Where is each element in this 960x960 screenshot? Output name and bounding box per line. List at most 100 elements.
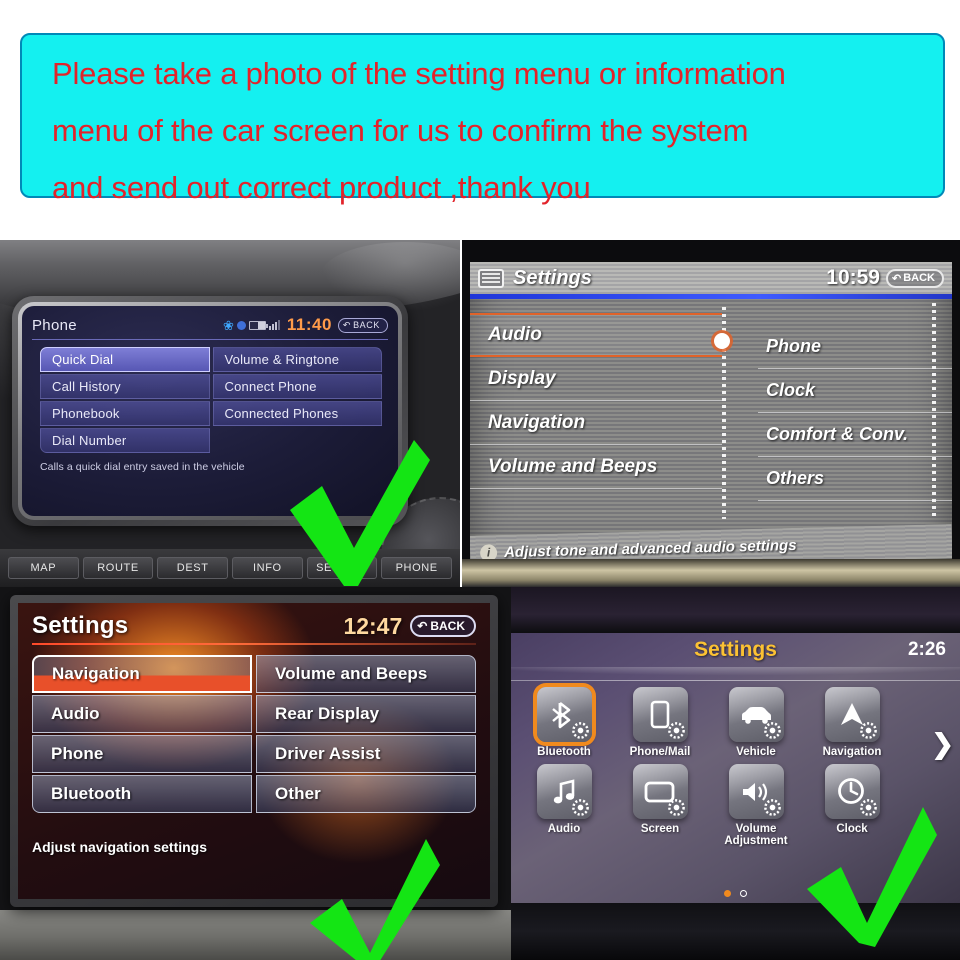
tile-audio[interactable]: Audio (523, 764, 605, 847)
back-button-label: BACK (430, 619, 465, 633)
tile-vehicle[interactable]: Vehicle (715, 687, 797, 758)
menu-item-volume-and-beeps[interactable]: Volume and Beeps (256, 655, 476, 693)
nissan-screen-caption: Adjust navigation settings (32, 839, 208, 855)
nissan-screen-header: Settings 12:47 ↶ BACK (32, 611, 476, 641)
nissan-settings-screen: Settings 12:47 ↶ BACK Navigation Audio P… (18, 603, 490, 899)
menu-item-navigation[interactable]: Navigation (32, 655, 252, 693)
tile-bluetooth-button[interactable] (536, 687, 592, 742)
next-page-chevron-icon[interactable]: ❯ (931, 729, 954, 760)
hard-button-dest[interactable]: DEST (157, 557, 229, 579)
menu-item-bluetooth[interactable]: Bluetooth (32, 775, 252, 813)
menu-item-audio[interactable]: Audio (32, 695, 252, 733)
menu-item-volume-and-beeps[interactable]: Volume and Beeps (470, 445, 722, 489)
banner-line-2: menu of the car screen for us to confirm… (52, 113, 749, 148)
tile-clock[interactable]: Clock (811, 764, 893, 847)
nissan-menu-column-right: Volume and Beeps Rear Display Driver Ass… (256, 655, 476, 813)
tile-clock-button[interactable] (824, 764, 880, 819)
nissan-status-area: 12:47 ↶ BACK (343, 613, 476, 640)
tile-label: Audio (547, 823, 581, 835)
hard-button-map[interactable]: MAP (8, 557, 79, 579)
banner-line-3: and send out correct product ,thank you (52, 170, 591, 205)
tile-clock: 2:26 (907, 639, 946, 660)
menu-item-audio[interactable]: Audio (470, 313, 722, 357)
menu-item-others[interactable]: Others (758, 457, 952, 501)
phone-status-area: ❀ 11:40 ↶ BACK (223, 315, 388, 335)
hard-button-route[interactable]: ROUTE (82, 557, 154, 579)
infiniti-screen-title: Settings (513, 266, 592, 289)
menu-item-clock[interactable]: Clock (758, 369, 952, 413)
tile-screen[interactable]: Screen (619, 764, 701, 847)
infiniti-screen-header: Settings 10:59 ↶ BACK (470, 262, 952, 294)
photo-panel-tile-settings: Settings 2:26 Bluetooth Phone/Mail Vehic… (511, 587, 960, 960)
banner-line-1: Please take a photo of the setting menu … (52, 56, 786, 91)
tile-row-1: Bluetooth Phone/Mail Vehicle Navigation (523, 687, 954, 758)
head-unit-bezel: Phone ❀ 11:40 ↶ BACK Quick Dial Call His… (12, 296, 408, 526)
menu-item-rear-display[interactable]: Rear Display (256, 695, 476, 733)
menu-item-call-history[interactable]: Call History (40, 374, 210, 399)
tile-settings-screen: Settings 2:26 Bluetooth Phone/Mail Vehic… (511, 633, 960, 903)
menu-item-phonebook[interactable]: Phonebook (40, 401, 210, 426)
tile-bluetooth[interactable]: Bluetooth (523, 687, 605, 758)
head-unit-bezel-inner: Phone ❀ 11:40 ↶ BACK Quick Dial Call His… (18, 302, 402, 520)
hard-button-info[interactable]: INFO (232, 557, 303, 579)
tile-volume-adjustment-button[interactable] (728, 764, 784, 819)
menu-item-connected-phones[interactable]: Connected Phones (212, 401, 382, 426)
gear-icon (763, 722, 781, 739)
tile-screen-title: Settings (694, 638, 777, 661)
tile-navigation-button[interactable] (824, 687, 880, 742)
infiniti-status-area: 10:59 ↶ BACK (826, 266, 944, 290)
menu-item-quick-dial[interactable]: Quick Dial (40, 347, 210, 372)
nissan-menu-column-left: Navigation Audio Phone Bluetooth (32, 655, 252, 813)
back-button-label: BACK (353, 320, 380, 330)
page-dot-1[interactable] (724, 890, 731, 897)
photo-panel-nissan-settings: Settings 12:47 ↶ BACK Navigation Audio P… (0, 587, 511, 960)
nissan-clock: 12:47 (343, 612, 403, 639)
phone-screen-header: Phone ❀ 11:40 ↶ BACK (32, 314, 388, 336)
tile-vehicle-button[interactable] (728, 687, 784, 742)
hard-button-bar: MAP ROUTE DEST INFO SETTING PHONE (0, 549, 460, 587)
tile-navigation[interactable]: Navigation (811, 687, 893, 758)
menu-item-driver-assist[interactable]: Driver Assist (256, 735, 476, 773)
tile-label: Phone/Mail (629, 746, 691, 758)
tile-label: Volume Adjustment (724, 823, 788, 847)
hard-button-setting[interactable]: SETTING (306, 557, 378, 579)
bluetooth-icon: ❀ (222, 317, 234, 333)
tile-grid: Bluetooth Phone/Mail Vehicle Navigation … (511, 681, 960, 847)
gear-icon (763, 799, 781, 816)
menu-item-phone[interactable]: Phone (758, 325, 952, 369)
instruction-banner: Please take a photo of the setting menu … (20, 33, 945, 205)
menu-item-display[interactable]: Display (470, 357, 722, 401)
gear-icon (571, 722, 589, 739)
tile-phone-mail-button[interactable] (632, 687, 688, 742)
back-button[interactable]: ↶ BACK (886, 268, 944, 288)
photo-collage: Phone ❀ 11:40 ↶ BACK Quick Dial Call His… (0, 240, 960, 960)
menu-item-connect-phone[interactable]: Connect Phone (212, 374, 382, 399)
tile-phone-mail[interactable]: Phone/Mail (619, 687, 701, 758)
page-dot-2[interactable] (740, 890, 747, 897)
menu-item-dial-number[interactable]: Dial Number (40, 428, 210, 453)
back-button[interactable]: ↶ BACK (337, 317, 388, 333)
head-unit-frame: Settings 12:47 ↶ BACK Navigation Audio P… (10, 595, 498, 907)
tile-row-2: Audio Screen Volume Adjustment Clock (523, 764, 954, 847)
gear-icon (859, 722, 877, 739)
menu-item-volume-ringtone[interactable]: Volume & Ringtone (212, 347, 382, 372)
tile-audio-button[interactable] (536, 764, 592, 819)
back-button[interactable]: ↶ BACK (410, 615, 476, 637)
menu-item-phone[interactable]: Phone (32, 735, 252, 773)
menu-item-navigation[interactable]: Navigation (470, 401, 722, 445)
tile-volume-adjustment[interactable]: Volume Adjustment (715, 764, 797, 847)
menu-item-comfort-conv[interactable]: Comfort & Conv. (758, 413, 952, 457)
phone-menu-grid: Quick Dial Call History Phonebook Dial N… (32, 347, 388, 453)
nissan-menu-grid: Navigation Audio Phone Bluetooth Volume … (32, 655, 476, 813)
tile-screen-button[interactable] (632, 764, 688, 819)
photo-panel-phone-menu: Phone ❀ 11:40 ↶ BACK Quick Dial Call His… (0, 240, 460, 587)
back-arrow-icon: ↶ (342, 319, 352, 330)
menu-item-other[interactable]: Other (256, 775, 476, 813)
phone-menu-column-left: Quick Dial Call History Phonebook Dial N… (40, 347, 210, 453)
back-arrow-icon: ↶ (892, 272, 902, 285)
phone-screen-title: Phone (32, 316, 77, 334)
phone-clock: 11:40 (286, 315, 332, 334)
photo-panel-infiniti-settings: Settings 10:59 ↶ BACK Audio Display Navi… (462, 240, 960, 587)
hard-button-phone[interactable]: PHONE (381, 557, 453, 579)
page-indicator (511, 890, 960, 897)
